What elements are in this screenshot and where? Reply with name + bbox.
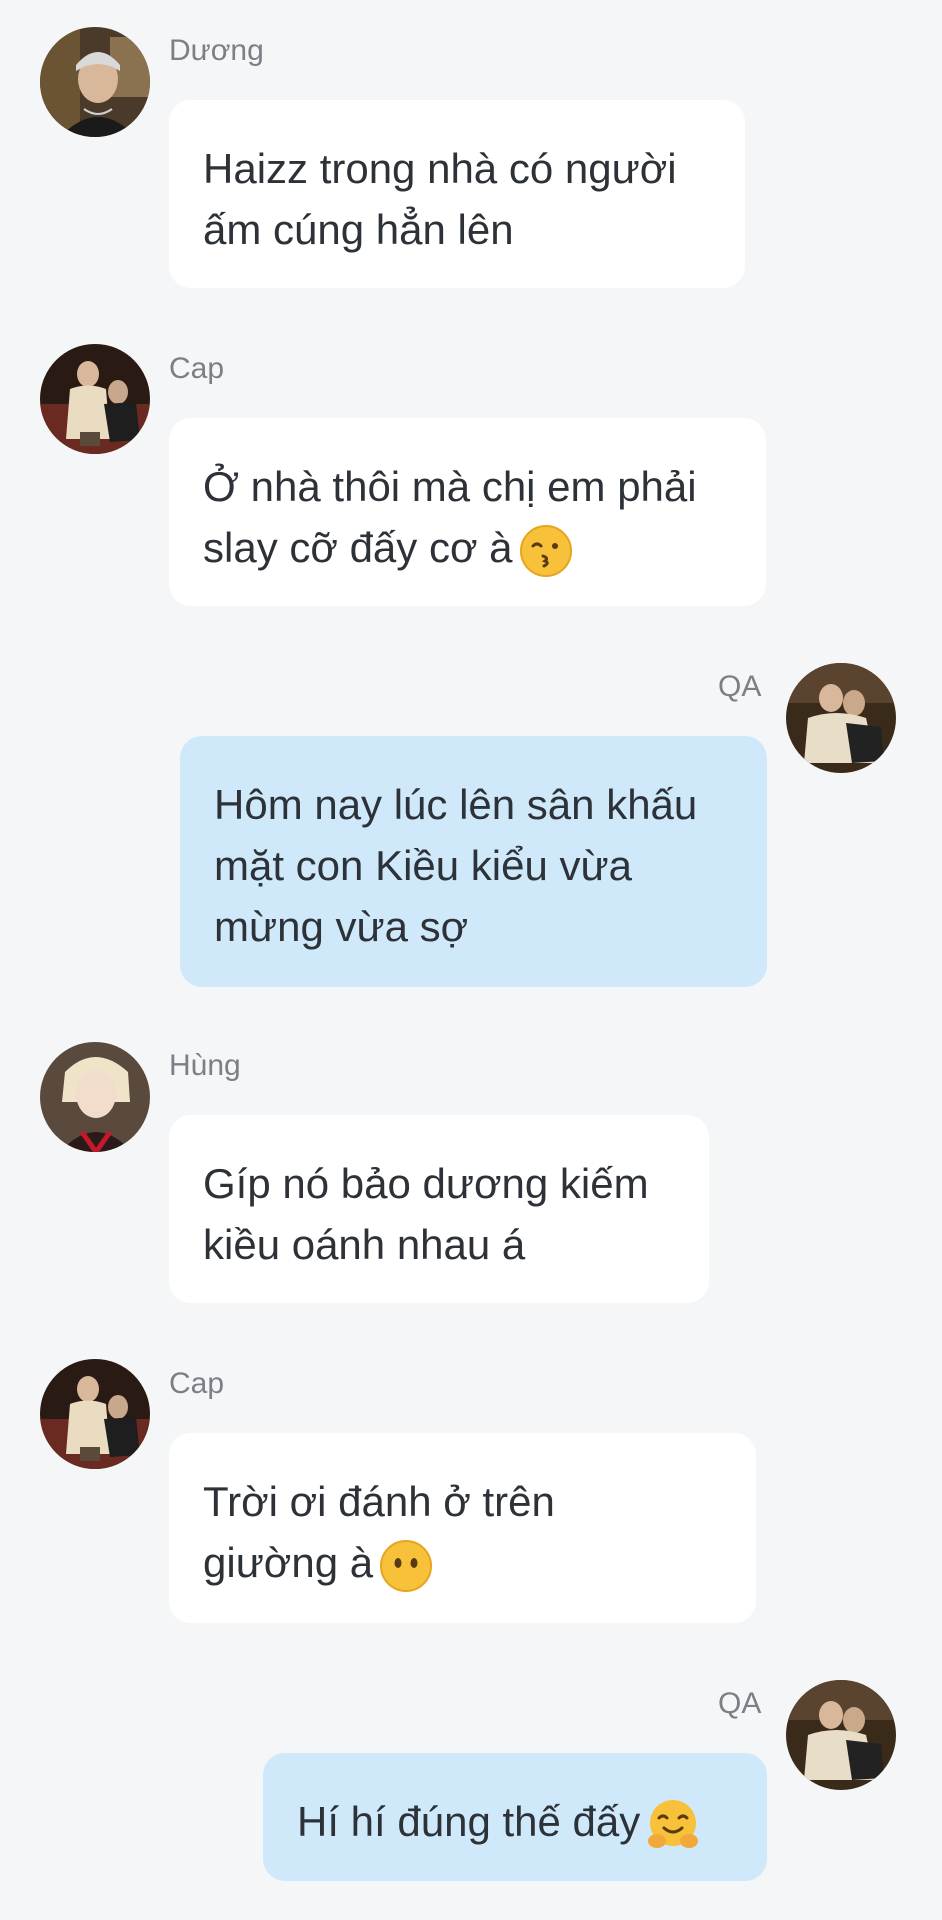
- avatar-duong[interactable]: [40, 27, 150, 137]
- sender-name: Cap: [169, 352, 225, 385]
- sender-name: Dương: [169, 34, 264, 67]
- message-text-line: Gíp nó bảo dương kiếm: [203, 1160, 649, 1207]
- message-bubble[interactable]: Trời ơi đánh ở trên giường à: [169, 1433, 756, 1623]
- sender-name: Hùng: [169, 1049, 241, 1082]
- message-text-line: ấm cúng hẳn lên: [203, 206, 514, 253]
- message-text-line: mừng vừa sợ: [214, 903, 469, 950]
- sender-name: QA: [718, 1687, 762, 1720]
- message-text: slay cỡ đấy cơ à: [203, 524, 513, 571]
- message-text-line: kiều oánh nhau á: [203, 1221, 526, 1268]
- message-text-line: Hí hí đúng thế đấy: [297, 1791, 733, 1852]
- sender-name: QA: [718, 670, 762, 703]
- avatar-qa[interactable]: [786, 1680, 896, 1790]
- face-without-mouth-emoji: [379, 1539, 433, 1593]
- message-text-line: Haizz trong nhà có người: [203, 145, 677, 192]
- hugging-face-emoji: [646, 1798, 700, 1852]
- sender-name: Cap: [169, 1367, 225, 1400]
- message-text: Hí hí đúng thế đấy: [297, 1798, 641, 1845]
- message-text-line: Hôm nay lúc lên sân khấu: [214, 781, 698, 828]
- message-bubble[interactable]: Gíp nó bảo dương kiếm kiều oánh nhau á: [169, 1115, 709, 1303]
- message-text-line: mặt con Kiều kiểu vừa: [214, 842, 632, 889]
- message-text-line: slay cỡ đấy cơ à: [203, 517, 732, 578]
- message-text-line: giường à: [203, 1532, 722, 1593]
- avatar-cap[interactable]: [40, 344, 150, 454]
- message-text-line: Ở nhà thôi mà chị em phải: [203, 463, 697, 510]
- message-bubble[interactable]: Haizz trong nhà có người ấm cúng hẳn lên: [169, 100, 745, 288]
- avatar-cap[interactable]: [40, 1359, 150, 1469]
- message-text: giường à: [203, 1539, 374, 1586]
- message-bubble[interactable]: Ở nhà thôi mà chị em phải slay cỡ đấy cơ…: [169, 418, 766, 606]
- message-bubble[interactable]: Hí hí đúng thế đấy: [263, 1753, 767, 1881]
- avatar-qa[interactable]: [786, 663, 896, 773]
- message-text-line: Trời ơi đánh ở trên: [203, 1478, 555, 1525]
- kissing-face-emoji: [519, 524, 573, 578]
- message-bubble[interactable]: Hôm nay lúc lên sân khấu mặt con Kiều ki…: [180, 736, 767, 987]
- avatar-hung[interactable]: [40, 1042, 150, 1152]
